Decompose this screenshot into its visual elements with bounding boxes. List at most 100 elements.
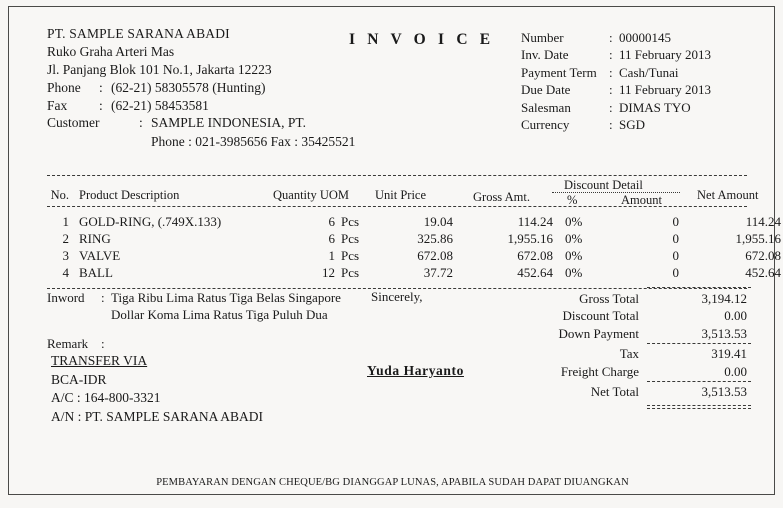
bank-transfer-title: TRANSFER VIA xyxy=(51,353,148,368)
cell-unit-price: 325.86 xyxy=(417,231,453,246)
cell-description: VALVE xyxy=(79,248,121,263)
header-quantity-uom: Quantity UOM xyxy=(273,188,350,202)
totals-value-freight: 0.00 xyxy=(724,363,747,379)
cell-discount-amount: 0 xyxy=(672,214,680,229)
table-header-row: No. Product Description Quantity UOM Uni… xyxy=(47,176,759,207)
meta-row-salesman: Salesman : DIMAS TYO xyxy=(521,99,771,116)
cell-discount-percent: 0% xyxy=(565,214,583,229)
meta-row-number: Number : 00000145 xyxy=(521,29,771,46)
cell-quantity: 12 xyxy=(322,265,335,280)
totals-bottom-rule-1 xyxy=(647,405,751,407)
bank-account-name: A/N : PT. SAMPLE SARANA ABADI xyxy=(51,408,264,424)
customer-name-row: Customer : SAMPLE INDONESIA, PT. xyxy=(47,113,447,132)
meta-row-inv-date: Inv. Date : 11 February 2013 xyxy=(521,46,771,63)
cell-discount-percent: 0% xyxy=(565,231,583,246)
meta-row-payment-term: Payment Term : Cash/Tunai xyxy=(521,64,771,81)
inword-label: Inword xyxy=(47,290,85,305)
table-row: 4 BALL 12 Pcs 37.72 452.64 0% 0 452.64 xyxy=(47,265,782,282)
meta-colon-inv-date: : xyxy=(609,47,613,63)
inword-line-2: Dollar Koma Lima Ratus Tiga Puluh Dua xyxy=(111,307,328,322)
totals-label-tax: Tax xyxy=(619,346,639,362)
company-address-line-2: Jl. Panjang Blok 101 No.1, Jakarta 12223 xyxy=(47,62,272,77)
inword-row: Inword : Tiga Ribu Lima Ratus Tiga Belas… xyxy=(47,289,377,306)
meta-colon-payment-term: : xyxy=(609,64,613,80)
cell-gross: 672.08 xyxy=(517,248,553,263)
totals-value-down-payment: 3,513.53 xyxy=(701,325,748,341)
cell-discount-amount: 0 xyxy=(672,231,680,246)
totals-value-net: 3,513.53 xyxy=(701,383,748,399)
cell-quantity: 6 xyxy=(328,231,336,246)
meta-value-salesman: DIMAS TYO xyxy=(619,99,691,115)
table-row: 2 RING 6 Pcs 325.86 1,955.16 0% 0 1,955.… xyxy=(47,231,782,248)
cell-description: GOLD-RING, (.749X.133) xyxy=(79,214,222,229)
totals-label-net: Net Total xyxy=(590,383,639,399)
header-product-description: Product Description xyxy=(79,188,180,202)
company-address-line-1: Ruko Graha Arteri Mas xyxy=(47,44,175,59)
cell-no: 2 xyxy=(62,231,70,246)
cell-uom: Pcs xyxy=(341,248,360,263)
meta-label-number: Number xyxy=(521,30,564,45)
totals-block: Gross Total 3,194.12 Discount Total 0.00… xyxy=(507,287,751,410)
remark-colon: : xyxy=(101,336,105,351)
totals-top-rule xyxy=(647,287,751,288)
totals-bottom-rule-2 xyxy=(647,408,751,410)
header-gross-amount: Gross Amt. xyxy=(473,190,530,204)
cell-description: RING xyxy=(79,231,111,246)
cell-net-amount: 672.08 xyxy=(745,248,781,263)
cell-unit-price: 672.08 xyxy=(417,248,453,263)
cell-gross: 452.64 xyxy=(517,265,553,280)
cell-unit-price: 37.72 xyxy=(423,265,453,280)
cell-uom: Pcs xyxy=(341,231,360,246)
header-discount-amount: Amount xyxy=(621,193,662,207)
totals-row-gross: Gross Total 3,194.12 xyxy=(507,291,747,308)
customer-colon: : xyxy=(139,115,143,130)
cell-uom: Pcs xyxy=(341,214,360,229)
meta-value-inv-date: 11 February 2013 xyxy=(619,47,711,63)
invoice-page: PT. SAMPLE SARANA ABADI Ruko Graha Arter… xyxy=(0,0,783,508)
meta-colon-currency: : xyxy=(609,117,613,133)
meta-colon-due-date: : xyxy=(609,82,613,98)
cell-net-amount: 1,955.16 xyxy=(735,231,782,246)
table-row: 3 VALVE 1 Pcs 672.08 672.08 0% 0 672.08 xyxy=(47,248,782,265)
page-title: I N V O I C E xyxy=(349,31,495,48)
company-phone-colon: : xyxy=(99,80,103,95)
meta-row-due-date: Due Date : 11 February 2013 xyxy=(521,81,771,98)
totals-label-discount: Discount Total xyxy=(562,308,639,324)
meta-label-due-date: Due Date xyxy=(521,82,571,98)
company-info-block: PT. SAMPLE SARANA ABADI Ruko Graha Arter… xyxy=(47,25,367,115)
table-row: 1 GOLD-RING, (.749X.133) 6 Pcs 19.04 114… xyxy=(47,214,782,231)
bank-account-number: A/C : 164-800-3321 xyxy=(51,390,161,405)
totals-row-net: Net Total 3,513.53 xyxy=(507,384,747,401)
inword-block: Inword : Tiga Ribu Lima Ratus Tiga Belas… xyxy=(47,289,377,352)
totals-row-freight: Freight Charge 0.00 xyxy=(507,364,747,381)
cell-quantity: 6 xyxy=(328,214,336,229)
header-net-amount: Net Amount xyxy=(697,188,759,202)
cell-no: 4 xyxy=(62,265,70,280)
remark-row: Remark : xyxy=(47,335,377,352)
totals-rule-after-freight xyxy=(647,380,751,382)
inword-colon: : xyxy=(101,290,105,305)
remark-label: Remark xyxy=(47,336,89,351)
company-phone-row: Phone : (62-21) 58305578 (Hunting) xyxy=(47,79,367,97)
company-phone-label: Phone xyxy=(47,80,81,95)
cell-no: 3 xyxy=(62,248,70,263)
meta-value-payment-term: Cash/Tunai xyxy=(619,64,679,80)
footer-note: PEMBAYARAN DENGAN CHEQUE/BG DIANGGAP LUN… xyxy=(156,477,629,488)
totals-row-tax: Tax 319.41 xyxy=(507,346,747,363)
meta-label-inv-date: Inv. Date xyxy=(521,47,569,63)
remark-value xyxy=(111,335,377,352)
customer-label: Customer xyxy=(47,115,100,130)
company-phone-value: (62-21) 58305578 (Hunting) xyxy=(111,80,266,95)
meta-value-currency: SGD xyxy=(619,117,646,133)
totals-rule-after-down-payment xyxy=(647,343,751,345)
cell-gross: 114.24 xyxy=(517,214,553,229)
meta-row-currency: Currency : SGD xyxy=(521,116,771,133)
meta-value-number: 00000145 xyxy=(619,30,671,45)
bank-transfer-block: TRANSFER VIA BCA-IDR A/C : 164-800-3321 … xyxy=(51,352,263,426)
cell-discount-percent: 0% xyxy=(565,248,583,263)
totals-value-gross: 3,194.12 xyxy=(701,291,748,306)
cell-quantity: 1 xyxy=(328,248,336,263)
signature-name: Yuda Haryanto xyxy=(367,363,464,378)
sincerely-label: Sincerely, xyxy=(371,289,423,304)
cell-net-amount: 452.64 xyxy=(745,265,781,280)
